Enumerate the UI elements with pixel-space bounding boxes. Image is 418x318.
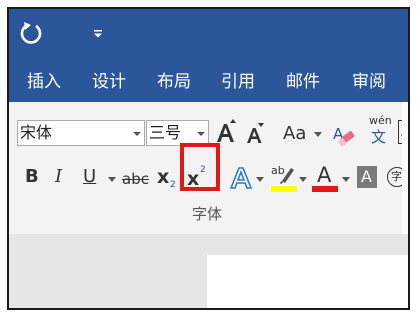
shrink-font-icon[interactable] — [245, 121, 265, 146]
ribbon-tabs: 插入 设计 布局 引用 邮件 审阅 — [9, 62, 408, 102]
subscript-button[interactable]: x 2 — [157, 166, 179, 192]
phonetic-guide-pinyin: wén — [369, 114, 392, 127]
bold-button[interactable]: B — [25, 168, 39, 186]
phonetic-guide-button[interactable]: 文 — [371, 130, 386, 145]
customize-quick-access-icon[interactable] — [93, 29, 103, 39]
tab-mailings[interactable]: 邮件 — [286, 72, 320, 92]
superscript-callout-box — [180, 143, 220, 191]
chevron-down-icon[interactable] — [108, 177, 116, 183]
font-name-dropdown[interactable]: 宋体 — [17, 120, 145, 146]
character-shading-button[interactable]: A — [357, 166, 377, 188]
italic-button[interactable]: I — [55, 168, 62, 186]
tab-review[interactable]: 审阅 — [352, 72, 386, 92]
highlighter-pen-icon — [280, 168, 294, 184]
font-size-value: 三号 — [149, 123, 182, 142]
text-highlight-button[interactable]: ab — [271, 164, 297, 192]
chevron-down-icon — [133, 132, 141, 136]
undo-icon[interactable] — [18, 20, 44, 46]
font-color-swatch — [312, 186, 338, 192]
ribbon-font-area: 宋体 三号 Aa A wén 文 A B I U — [9, 102, 408, 234]
tab-insert[interactable]: 插入 — [27, 72, 61, 92]
strikethrough-button[interactable]: abc — [122, 172, 149, 187]
enclose-char: 字 — [391, 170, 402, 183]
character-shading-letter: A — [361, 167, 372, 186]
tab-layout[interactable]: 布局 — [157, 72, 191, 92]
font-name-value: 宋体 — [20, 123, 53, 142]
font-color-button[interactable]: A — [312, 164, 338, 192]
grow-font-icon[interactable] — [215, 118, 237, 146]
font-color-letter: A — [317, 163, 332, 187]
tab-references[interactable]: 引用 — [221, 72, 255, 92]
subscript-mark: 2 — [170, 180, 176, 190]
title-bar — [9, 9, 408, 62]
chevron-down-icon — [197, 132, 205, 136]
underline-button[interactable]: U — [83, 168, 96, 186]
chevron-down-icon[interactable] — [256, 177, 264, 183]
chevron-down-icon[interactable] — [342, 177, 350, 183]
chevron-down-icon[interactable] — [314, 132, 322, 138]
tab-design[interactable]: 设计 — [92, 72, 126, 92]
subscript-base: x — [157, 166, 170, 188]
change-case-button[interactable]: Aa — [283, 125, 306, 143]
highlight-color-swatch — [271, 186, 297, 192]
window-frame: 插入 设计 布局 引用 邮件 审阅 宋体 三号 Aa A wén 文 B I U… — [7, 7, 410, 310]
document-page[interactable] — [207, 255, 408, 308]
ribbon-right-edge — [402, 102, 408, 234]
clear-formatting-icon[interactable]: A — [331, 122, 357, 148]
chevron-down-icon[interactable] — [299, 177, 307, 183]
text-effects-icon[interactable] — [229, 165, 253, 191]
font-group-label: 字体 — [192, 205, 223, 223]
